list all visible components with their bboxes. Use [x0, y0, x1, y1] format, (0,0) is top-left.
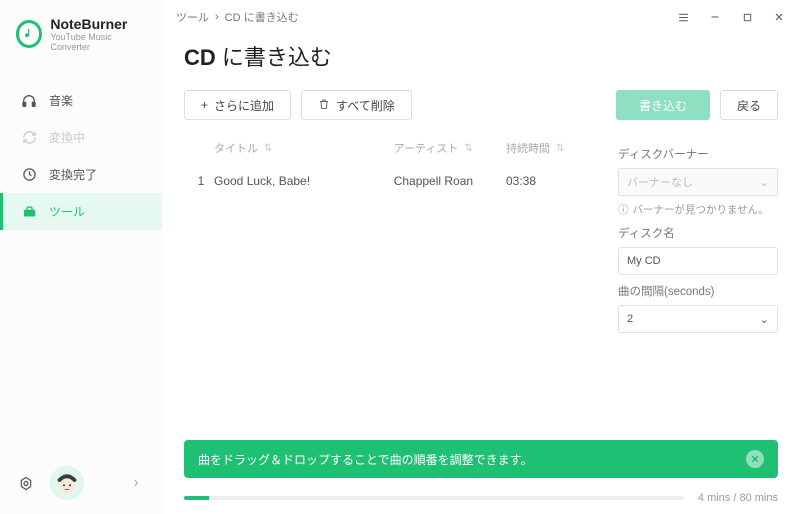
sidebar-item-label: 変換完了: [49, 166, 97, 183]
sort-icon: ⇅: [464, 143, 472, 154]
headphones-icon: [21, 93, 37, 109]
track-number: 1: [188, 174, 214, 188]
trash-icon: [318, 98, 330, 113]
column-artist[interactable]: アーティスト⇅: [394, 140, 506, 156]
close-icon[interactable]: [772, 10, 786, 24]
capacity-progress: [184, 496, 684, 500]
page-title: CD に書き込む: [184, 40, 778, 72]
breadcrumb: ツール › CD に書き込む: [176, 9, 299, 25]
toolbox-icon: [21, 204, 37, 220]
avatar[interactable]: [50, 466, 84, 500]
column-duration[interactable]: 持続時間⇅: [506, 140, 596, 156]
sidebar-item-music[interactable]: 音楽: [0, 82, 162, 119]
toast-text: 曲をドラッグ＆ドロップすることで曲の順番を調整できます。: [198, 451, 532, 468]
settings-icon[interactable]: [18, 475, 34, 491]
info-icon: ⓘ: [618, 202, 629, 217]
add-button[interactable]: + さらに追加: [184, 90, 291, 120]
sidebar-item-label: 変換中: [49, 129, 85, 146]
sort-icon: ⇅: [556, 143, 564, 154]
chevron-down-icon: ⌄: [760, 176, 769, 189]
clock-icon: [21, 167, 37, 183]
chevron-right-icon: ›: [215, 11, 219, 23]
maximize-icon[interactable]: [740, 10, 754, 24]
back-button[interactable]: 戻る: [720, 90, 778, 120]
logo-icon: [16, 20, 42, 48]
disc-name-label: ディスク名: [618, 225, 778, 241]
chevron-right-icon[interactable]: [128, 475, 144, 491]
close-icon[interactable]: ✕: [746, 450, 764, 468]
track-artist: Chappell Roan: [394, 174, 506, 188]
capacity-text: 4 mins / 80 mins: [698, 492, 778, 504]
burner-label: ディスクバーナー: [618, 146, 778, 162]
sidebar-item-done[interactable]: 変換完了: [0, 156, 162, 193]
track-duration: 03:38: [506, 174, 596, 188]
brand-title: NoteBurner: [50, 16, 146, 32]
breadcrumb-current: CD に書き込む: [225, 9, 299, 25]
track-table: タイトル⇅ アーティスト⇅ 持続時間⇅ 1 Good Luck, Babe! C…: [184, 132, 600, 404]
chevron-down-icon: ⌄: [760, 313, 769, 326]
info-toast: 曲をドラッグ＆ドロップすることで曲の順番を調整できます。 ✕: [184, 440, 778, 478]
burn-settings-panel: ディスクバーナー バーナーなし ⌄ ⓘ バーナーが見つかりません。 ディスク名 …: [618, 132, 778, 404]
clear-button[interactable]: すべて削除: [301, 90, 412, 120]
table-row[interactable]: 1 Good Luck, Babe! Chappell Roan 03:38: [184, 164, 600, 198]
sidebar-nav: 音楽 変換中 変換完了 ツール: [0, 82, 162, 230]
burner-warning: ⓘ バーナーが見つかりません。: [618, 202, 778, 217]
sidebar-item-tools[interactable]: ツール: [0, 193, 162, 230]
disc-name-input[interactable]: [618, 247, 778, 275]
menu-icon[interactable]: [676, 10, 690, 24]
minimize-icon[interactable]: [708, 10, 722, 24]
refresh-icon: [21, 130, 37, 146]
gap-label: 曲の間隔(seconds): [618, 283, 778, 299]
brand-subtitle: YouTube Music Converter: [50, 32, 146, 52]
sidebar-item-label: ツール: [49, 203, 85, 220]
gap-select[interactable]: 2 ⌄: [618, 305, 778, 333]
sort-icon: ⇅: [264, 143, 272, 154]
plus-icon: +: [201, 98, 208, 112]
burner-select[interactable]: バーナーなし ⌄: [618, 168, 778, 196]
burn-button[interactable]: 書き込む: [616, 90, 710, 120]
sidebar-item-converting[interactable]: 変換中: [0, 119, 162, 156]
column-title[interactable]: タイトル⇅: [214, 140, 394, 156]
sidebar-item-label: 音楽: [49, 92, 73, 109]
breadcrumb-root[interactable]: ツール: [176, 9, 209, 25]
brand: NoteBurner YouTube Music Converter: [0, 0, 162, 62]
track-title: Good Luck, Babe!: [214, 174, 394, 188]
